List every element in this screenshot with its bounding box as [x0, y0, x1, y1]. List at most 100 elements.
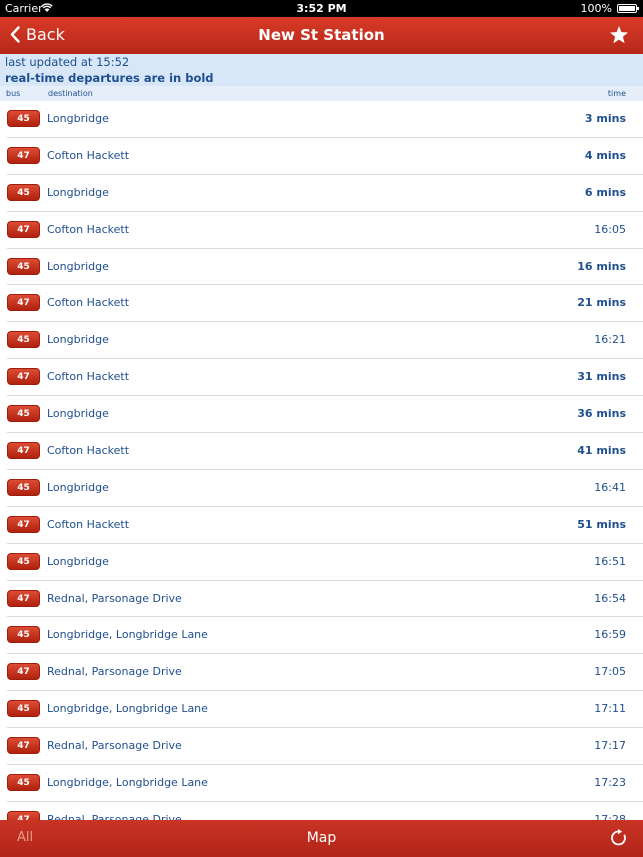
column-header-time: time: [607, 89, 626, 98]
departure-row[interactable]: 47 Rednal, Parsonage Drive 17:17: [7, 728, 643, 766]
destination-label: Longbridge, Longbridge Lane: [47, 776, 208, 790]
departure-time: 17:17: [594, 739, 626, 753]
departure-row[interactable]: 47 Cofton Hackett 21 mins: [7, 285, 643, 323]
star-icon[interactable]: [609, 25, 629, 45]
departure-row[interactable]: 45 Longbridge, Longbridge Lane 17:11: [7, 691, 643, 729]
battery-percent: 100%: [580, 2, 612, 15]
departure-row[interactable]: 45 Longbridge 6 mins: [7, 175, 643, 212]
battery-icon: [617, 4, 639, 13]
departure-time: 6 mins: [584, 185, 626, 199]
departure-time: 17:28: [594, 812, 626, 820]
departure-row[interactable]: 45 Longbridge 36 mins: [7, 396, 643, 434]
departure-time: 51 mins: [577, 517, 626, 531]
departure-row[interactable]: 45 Longbridge, Longbridge Lane 16:59: [7, 617, 643, 655]
bus-route-badge: 47: [7, 442, 40, 460]
destination-label: Longbridge, Longbridge Lane: [47, 628, 208, 642]
destination-label: Rednal, Parsonage Drive: [47, 812, 182, 820]
bus-route-badge: 45: [7, 405, 40, 423]
destination-label: Longbridge: [47, 480, 109, 494]
bus-route-badge: 45: [7, 626, 40, 644]
destination-label: Longbridge: [47, 333, 109, 347]
departure-row[interactable]: 45 Longbridge 16:21: [7, 322, 643, 360]
destination-label: Cofton Hackett: [47, 517, 130, 531]
departure-time: 36 mins: [577, 407, 626, 421]
bus-route-badge: 45: [7, 257, 40, 275]
column-header-destination: destination: [48, 89, 93, 98]
destination-label: Longbridge: [47, 259, 109, 273]
destination-label: Longbridge, Longbridge Lane: [47, 702, 208, 716]
bus-route-badge: 47: [7, 146, 40, 164]
status-time: 3:52 PM: [296, 2, 347, 15]
departure-row[interactable]: 47 Rednal, Parsonage Drive 17:05: [7, 654, 643, 692]
departure-row[interactable]: 47 Cofton Hackett 4 mins: [7, 138, 643, 175]
destination-label: Cofton Hackett: [47, 296, 130, 310]
departure-row[interactable]: 47 Cofton Hackett 41 mins: [7, 433, 643, 470]
back-button[interactable]: Back: [10, 25, 65, 44]
destination-label: Longbridge: [47, 407, 109, 421]
destination-label: Cofton Hackett: [47, 148, 130, 162]
bus-route-badge: 45: [7, 700, 40, 718]
bus-route-badge: 45: [7, 110, 40, 127]
destination-label: Rednal, Parsonage Drive: [47, 739, 182, 753]
destination-label: Cofton Hackett: [47, 444, 130, 458]
bus-route-badge: 47: [7, 663, 40, 681]
status-bar: Carrier 3:52 PM 100%: [0, 0, 643, 17]
departure-row[interactable]: 45 Longbridge 3 mins: [7, 101, 643, 138]
column-headers: bus destination time: [0, 86, 643, 101]
departure-time: 16:54: [594, 591, 626, 605]
bus-route-badge: 45: [7, 183, 40, 201]
destination-label: Longbridge: [47, 112, 109, 125]
destination-label: Longbridge: [47, 554, 109, 568]
departure-row[interactable]: 45 Longbridge 16:51: [7, 544, 643, 581]
departure-time: 31 mins: [577, 370, 626, 384]
bus-route-badge: 47: [7, 589, 40, 607]
bus-route-badge: 47: [7, 220, 40, 238]
departure-row[interactable]: 45 Longbridge 16:41: [7, 470, 643, 507]
bus-route-badge: 47: [7, 515, 40, 533]
departure-row[interactable]: 47 Rednal, Parsonage Drive 16:54: [7, 581, 643, 618]
bus-route-badge: 45: [7, 552, 40, 570]
bus-route-badge: 47: [7, 294, 40, 312]
refresh-icon[interactable]: [610, 829, 628, 847]
bus-route-badge: 47: [7, 737, 40, 755]
column-header-bus: bus: [6, 89, 21, 98]
departure-row[interactable]: 45 Longbridge, Longbridge Lane 17:23: [7, 765, 643, 802]
last-updated-text: last updated at 15:52: [5, 55, 130, 69]
bus-route-badge: 45: [7, 774, 40, 792]
bus-route-badge: 45: [7, 478, 40, 496]
bus-route-badge: 47: [7, 810, 40, 820]
destination-label: Rednal, Parsonage Drive: [47, 665, 182, 679]
departure-time: 16:21: [594, 333, 626, 347]
destination-label: Rednal, Parsonage Drive: [47, 591, 182, 605]
departure-time: 17:05: [594, 665, 626, 679]
departure-time: 16 mins: [577, 259, 626, 273]
departure-time: 16:41: [594, 480, 626, 494]
departure-time: 16:05: [594, 222, 626, 236]
destination-label: Longbridge: [47, 185, 109, 199]
departure-row[interactable]: 45 Longbridge 16 mins: [7, 249, 643, 286]
departure-time: 16:51: [594, 554, 626, 568]
departure-row[interactable]: 47 Cofton Hackett 51 mins: [7, 507, 643, 544]
nav-bar: Back New St Station: [0, 17, 643, 54]
bottom-toolbar: All Map: [0, 820, 643, 857]
departure-time: 21 mins: [577, 296, 626, 310]
departure-time: 17:11: [594, 702, 626, 716]
map-button[interactable]: Map: [0, 830, 643, 846]
chevron-left-icon: [10, 26, 20, 43]
departure-row[interactable]: 47 Rednal, Parsonage Drive 17:28: [7, 802, 643, 820]
departure-row[interactable]: 47 Cofton Hackett 16:05: [7, 212, 643, 249]
bus-route-badge: 47: [7, 368, 40, 386]
departure-time: 3 mins: [584, 112, 626, 125]
departure-row[interactable]: 47 Cofton Hackett 31 mins: [7, 359, 643, 397]
departure-time: 4 mins: [584, 148, 626, 162]
destination-label: Cofton Hackett: [47, 370, 130, 384]
page-title: New St Station: [258, 26, 385, 44]
departure-time: 16:59: [594, 628, 626, 642]
bus-route-badge: 45: [7, 331, 40, 349]
departure-time: 17:23: [594, 776, 626, 790]
destination-label: Cofton Hackett: [47, 222, 130, 236]
back-label: Back: [26, 25, 65, 44]
info-banner: last updated at 15:52 real-time departur…: [0, 54, 643, 86]
departure-time: 41 mins: [577, 444, 626, 458]
departures-list[interactable]: 45 Longbridge 3 mins 47 Cofton Hackett 4 mins…: [0, 101, 643, 820]
